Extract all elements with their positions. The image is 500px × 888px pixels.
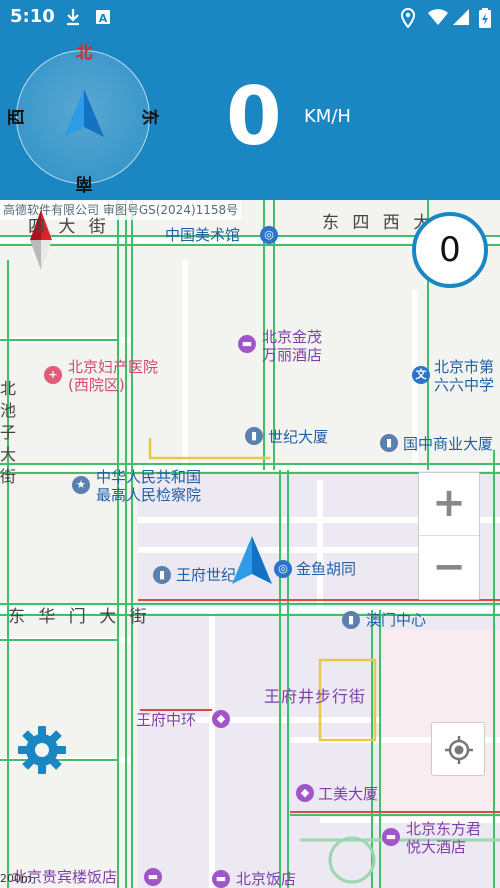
metro-icon[interactable]: ◎: [274, 560, 292, 578]
shopping-icon[interactable]: ◆: [296, 784, 314, 802]
poi-label: 北京妇产医院 (西院区): [68, 358, 159, 394]
map-scale: 200m: [0, 872, 32, 885]
poi-label: 中国美术馆: [165, 226, 241, 244]
poi-label: 北京市第 六六中学: [434, 358, 495, 394]
speed-panel: 5:10 A 北 东 南 西 0 KM/H: [0, 0, 500, 200]
road-label: 四 大 街: [28, 217, 110, 237]
road-label-vertical: 北 池 子 大 街: [0, 379, 17, 486]
signal-icon: [452, 8, 470, 30]
compass-east-label: 东: [139, 108, 159, 126]
zoom-in-button[interactable]: +: [419, 473, 479, 536]
poi-label: 王府中环: [136, 711, 197, 729]
poi-label: 澳门中心: [366, 611, 427, 629]
map-view[interactable]: 高德软件有限公司 审图号GS(2024)1158号 四 大 街 东 四 西 大 …: [0, 200, 500, 888]
building-icon[interactable]: ▮: [245, 427, 263, 445]
poi-label: 世纪大厦: [268, 428, 329, 446]
settings-gear-icon[interactable]: [16, 724, 68, 776]
status-bar: 5:10 A: [0, 0, 500, 34]
hotel-icon[interactable]: ▬: [382, 828, 400, 846]
battery-icon: [479, 8, 491, 32]
zoom-out-button[interactable]: −: [419, 537, 479, 600]
poi-label: 北京金茂 万丽酒店: [262, 328, 323, 364]
wifi-icon: [427, 8, 449, 30]
status-time: 5:10: [10, 6, 55, 27]
government-icon[interactable]: ★: [72, 476, 90, 494]
metro-icon[interactable]: ◎: [260, 226, 278, 244]
current-speed: 0: [226, 70, 282, 163]
street-label: 王府井步行街: [264, 687, 367, 706]
hotel-icon[interactable]: ▬: [144, 868, 162, 886]
poi-label: 工美大厦: [318, 785, 379, 803]
poi-label: 国中商业大厦: [403, 435, 494, 453]
building-icon[interactable]: ▮: [380, 434, 398, 452]
navigation-app: 5:10 A 北 东 南 西 0 KM/H 高德软件有限公司 审图号GS(202…: [0, 0, 500, 888]
compass-north-label: 北: [75, 43, 93, 63]
poi-label: 中华人民共和国 最高人民检察院: [96, 468, 202, 504]
compass: 北 东 南 西: [7, 43, 159, 193]
building-icon[interactable]: ▮: [153, 566, 171, 584]
school-icon[interactable]: 文: [412, 366, 430, 384]
poi-label: 王府世纪: [176, 566, 237, 584]
poi-label: 金鱼胡同: [296, 560, 357, 578]
current-location-arrow-icon: [232, 536, 272, 584]
hospital-icon[interactable]: +: [44, 366, 62, 384]
crosshair-icon: [445, 736, 473, 764]
speed-limit-indicator: 0: [412, 212, 488, 288]
compass-south-label: 南: [75, 173, 93, 193]
hotel-icon[interactable]: ▬: [238, 335, 256, 353]
zoom-controls: + −: [418, 472, 480, 600]
locate-me-button[interactable]: [431, 722, 485, 776]
heading-arrow-icon: [64, 89, 104, 137]
hotel-icon[interactable]: ▬: [212, 870, 230, 888]
svg-text:A: A: [99, 12, 108, 25]
building-icon[interactable]: ▮: [342, 611, 360, 629]
compass-west-label: 西: [7, 108, 27, 126]
app-a-icon: A: [95, 8, 111, 30]
poi-label: 北京饭店: [236, 870, 297, 888]
road-label: 东 华 门 大 街: [8, 607, 151, 627]
shopping-icon[interactable]: ◆: [212, 710, 230, 728]
location-pin-icon: [400, 7, 416, 32]
speed-unit: KM/H: [304, 106, 351, 127]
poi-label: 北京东方君 悦大酒店: [406, 820, 482, 856]
download-icon: [66, 8, 80, 30]
